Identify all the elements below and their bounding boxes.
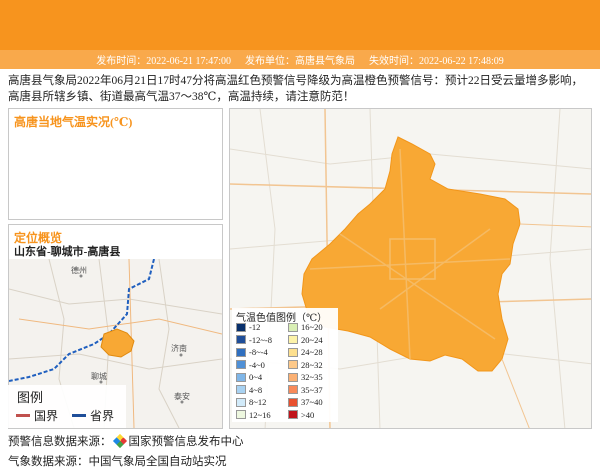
map-label-jinan: 济南 bbox=[171, 343, 187, 353]
weather-source-line: 气象数据来源：中国气象局全国自动站实况 bbox=[8, 453, 227, 469]
color-legend-item: -4~0 bbox=[236, 360, 265, 370]
color-swatch bbox=[236, 397, 246, 407]
color-legend-label: 8~12 bbox=[249, 397, 267, 407]
map-legend: 图例 国界 省界 bbox=[8, 385, 126, 428]
color-swatch bbox=[288, 385, 298, 394]
color-legend-item: -12 bbox=[236, 322, 260, 332]
national-border-line-icon bbox=[16, 414, 30, 417]
color-legend-label: 37~40 bbox=[301, 397, 323, 407]
color-legend-item: 4~8 bbox=[236, 385, 262, 395]
map-label-taian: 泰安 bbox=[174, 391, 190, 401]
warning-info-bar: 发布时间：2022-06-21 17:47:00 发布单位：高唐县气象局 失效时… bbox=[0, 50, 600, 69]
temperature-color-legend: 气温色值图例（℃） -12 -12~-8 -8~-4 -4~0 0~4 4~8 8~12 12… bbox=[232, 308, 338, 422]
color-legend-item: 28~32 bbox=[288, 360, 323, 370]
color-legend-item: -8~-4 bbox=[236, 347, 268, 357]
warning-source-line: 预警信息数据来源： 国家预警信息发布中心 bbox=[8, 433, 244, 449]
temperature-panel-title: 高唐当地气温实况(℃) bbox=[14, 115, 133, 129]
color-swatch bbox=[288, 410, 298, 419]
publisher: 发布单位：高唐县气象局 bbox=[245, 56, 355, 67]
provincial-border-line-icon bbox=[72, 414, 86, 417]
color-swatch bbox=[288, 322, 298, 332]
color-legend-label: -12 bbox=[249, 322, 261, 332]
color-legend-label: 12~16 bbox=[249, 409, 271, 420]
expire-time: 失效时间：2022-06-22 17:48:09 bbox=[369, 56, 504, 67]
map-label-dezhou: 德州 bbox=[71, 265, 87, 275]
color-legend-item: 20~24 bbox=[288, 335, 323, 345]
color-swatch bbox=[236, 360, 246, 369]
color-legend-item: 24~28 bbox=[288, 347, 323, 357]
color-swatch bbox=[236, 385, 246, 394]
color-swatch bbox=[236, 335, 246, 344]
color-swatch bbox=[288, 397, 298, 407]
color-legend-label: 35~37 bbox=[301, 384, 323, 395]
color-legend-item: 37~40 bbox=[288, 397, 323, 407]
publish-time: 发布时间：2022-06-21 17:47:00 bbox=[96, 56, 231, 67]
color-swatch bbox=[236, 322, 246, 332]
top-banner bbox=[0, 0, 600, 50]
color-swatch bbox=[236, 410, 246, 419]
color-legend-item: 8~12 bbox=[236, 397, 266, 407]
color-legend-item: -12~-8 bbox=[236, 335, 272, 345]
color-legend-label: 32~35 bbox=[301, 372, 323, 382]
color-legend-label: -4~0 bbox=[249, 359, 265, 370]
map-label-liaocheng: 聊城 bbox=[91, 372, 107, 381]
color-swatch bbox=[236, 347, 246, 357]
color-swatch bbox=[288, 360, 298, 369]
legend-provincial-border: 省界 bbox=[72, 407, 114, 424]
color-swatch bbox=[288, 335, 298, 344]
color-legend-label: 28~32 bbox=[301, 359, 323, 370]
weather-source-label: 气象数据来源：中国气象局全国自动站实况 bbox=[8, 456, 227, 468]
color-legend-label: -8~-4 bbox=[249, 347, 268, 357]
color-legend-item: 32~35 bbox=[288, 372, 323, 382]
color-swatch bbox=[288, 372, 298, 382]
color-legend-item: 35~37 bbox=[288, 385, 323, 395]
warning-notice: 高唐县气象局2022年06月21日17时47分将高温红色预警信号降级为高温橙色预… bbox=[8, 75, 583, 103]
warning-center-logo-icon bbox=[112, 433, 127, 449]
warning-source-label: 预警信息数据来源： bbox=[8, 436, 112, 448]
legend-national-border: 国界 bbox=[16, 407, 58, 424]
color-legend-label: 4~8 bbox=[249, 384, 263, 395]
color-legend-item: >40 bbox=[288, 410, 314, 420]
color-legend-item: 0~4 bbox=[236, 372, 262, 382]
color-legend-label: 24~28 bbox=[301, 347, 323, 357]
color-legend-item: 12~16 bbox=[236, 410, 271, 420]
color-legend-label: 20~24 bbox=[301, 334, 323, 345]
map-legend-title: 图例 bbox=[17, 390, 44, 405]
color-legend-label: >40 bbox=[301, 409, 315, 420]
color-legend-label: 16~20 bbox=[301, 322, 323, 332]
color-legend-item: 16~20 bbox=[288, 322, 323, 332]
color-legend-label: -12~-8 bbox=[249, 334, 273, 345]
warning-source-name[interactable]: 国家预警信息发布中心 bbox=[129, 433, 244, 449]
color-legend-label: 0~4 bbox=[249, 372, 263, 382]
color-swatch bbox=[288, 347, 298, 357]
local-temperature-panel: 高唐当地气温实况(℃) bbox=[8, 108, 223, 220]
color-swatch bbox=[236, 372, 246, 382]
location-path: 山东省-聊城市-高唐县 bbox=[14, 246, 121, 258]
